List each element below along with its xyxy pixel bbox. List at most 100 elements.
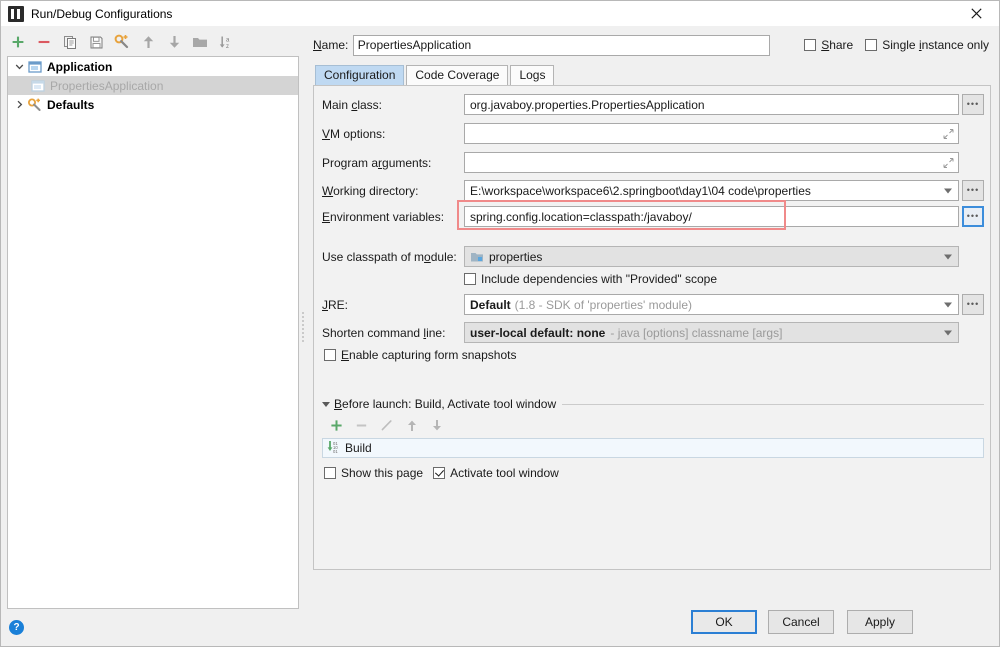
module-icon [470, 250, 484, 264]
share-checkbox[interactable]: Share [804, 38, 853, 52]
save-configuration-button[interactable] [83, 30, 109, 54]
main-class-label: Main class: [322, 98, 464, 112]
show-this-page-checkbox[interactable]: Show this page [324, 466, 423, 480]
chevron-down-icon[interactable] [944, 330, 952, 335]
add-task-button[interactable] [324, 414, 349, 436]
tab-configuration[interactable]: Configuration [315, 65, 404, 85]
tree-node-defaults[interactable]: Defaults [8, 95, 298, 114]
tree-node-application[interactable]: Application [8, 57, 298, 76]
application-icon [30, 78, 46, 94]
vm-options-field[interactable] [464, 123, 959, 144]
activate-tool-window-checkbox[interactable]: Activate tool window [433, 466, 559, 480]
tree-node-label: Application [47, 60, 112, 74]
environment-variables-browse-button[interactable]: ••• [962, 206, 984, 227]
add-configuration-button[interactable] [5, 30, 31, 54]
vm-options-row: VM options: [322, 123, 984, 144]
move-up-button[interactable] [135, 30, 161, 54]
edit-task-button[interactable] [374, 414, 399, 436]
chevron-down-icon[interactable] [944, 254, 952, 259]
include-provided-checkbox-box[interactable] [464, 273, 476, 285]
apply-button[interactable]: Apply [847, 610, 913, 634]
jre-value: Default [470, 298, 511, 312]
expand-icon[interactable] [943, 128, 954, 139]
use-classpath-of-module-row: Use classpath of module: properties [322, 246, 984, 267]
copy-configuration-button[interactable] [57, 30, 83, 54]
before-launch-title: Before launch: Build, Activate tool wind… [334, 397, 556, 411]
environment-variables-field[interactable]: spring.config.location=classpath:/javabo… [464, 206, 959, 227]
tree-node-label: Defaults [47, 98, 94, 112]
share-checkbox-box[interactable] [804, 39, 816, 51]
vm-options-label: VM options: [322, 127, 464, 141]
enable-form-snapshots-checkbox-box[interactable] [324, 349, 336, 361]
activate-tool-window-checkbox-box[interactable] [433, 467, 445, 479]
main-class-value: org.javaboy.properties.PropertiesApplica… [470, 98, 705, 112]
main-class-browse-button[interactable]: ••• [962, 94, 984, 115]
help-button[interactable]: ? [9, 620, 24, 635]
title-bar: Run/Debug Configurations [1, 1, 999, 26]
remove-task-button[interactable] [349, 414, 374, 436]
window-title: Run/Debug Configurations [31, 7, 172, 21]
chevron-down-icon[interactable] [944, 188, 952, 193]
use-classpath-of-module-value: properties [489, 250, 542, 264]
collapse-triangle-icon[interactable] [322, 402, 330, 407]
cancel-button[interactable]: Cancel [768, 610, 834, 634]
expand-icon[interactable] [943, 157, 954, 168]
program-arguments-label: Program arguments: [322, 156, 464, 170]
enable-form-snapshots-checkbox-label: Enable capturing form snapshots [341, 348, 516, 362]
single-instance-checkbox[interactable]: Single instance only [865, 38, 989, 52]
jre-field[interactable]: Default (1.8 - SDK of 'properties' modul… [464, 294, 959, 315]
run-debug-configurations-dialog: Run/Debug Configurations [0, 0, 1000, 647]
close-icon[interactable] [953, 1, 999, 26]
move-task-up-button[interactable] [399, 414, 424, 436]
build-icon: 01 10 01 [327, 440, 341, 457]
show-this-page-checkbox-box[interactable] [324, 467, 336, 479]
intellij-idea-icon [8, 6, 24, 22]
create-folder-button[interactable] [187, 30, 213, 54]
before-launch-task-list[interactable]: 01 10 01 Build [322, 438, 984, 458]
working-directory-label: Working directory: [322, 184, 464, 198]
environment-variables-row: Environment variables: spring.config.loc… [322, 206, 984, 227]
name-label: Name: [313, 38, 353, 52]
configurations-tree[interactable]: Application PropertiesApplication [7, 56, 299, 609]
move-down-button[interactable] [161, 30, 187, 54]
ok-button[interactable]: OK [691, 610, 757, 634]
wrench-icon [27, 97, 43, 113]
working-directory-field[interactable]: E:\workspace\workspace6\2.springboot\day… [464, 180, 959, 201]
include-provided-checkbox[interactable]: Include dependencies with "Provided" sco… [464, 272, 984, 286]
edit-templates-button[interactable] [109, 30, 135, 54]
svg-text:a: a [226, 37, 230, 43]
name-input[interactable] [353, 35, 770, 56]
tab-logs[interactable]: Logs [510, 65, 554, 85]
chevron-right-icon[interactable] [12, 100, 27, 109]
tree-node-propertiesapplication[interactable]: PropertiesApplication [8, 76, 298, 95]
program-arguments-field[interactable] [464, 152, 959, 173]
main-class-field[interactable]: org.javaboy.properties.PropertiesApplica… [464, 94, 959, 115]
configurations-toolbar: a z [5, 28, 299, 56]
shorten-command-line-row: Shorten command line: user-local default… [322, 322, 984, 343]
enable-form-snapshots-checkbox[interactable]: Enable capturing form snapshots [324, 348, 984, 362]
single-instance-checkbox-box[interactable] [865, 39, 877, 51]
sort-configurations-button[interactable]: a z [213, 30, 239, 54]
jre-browse-button[interactable]: ••• [962, 294, 984, 315]
tree-node-label: PropertiesApplication [50, 79, 163, 93]
chevron-down-icon[interactable] [944, 302, 952, 307]
use-classpath-of-module-field[interactable]: properties [464, 246, 959, 267]
remove-configuration-button[interactable] [31, 30, 57, 54]
panel-splitter[interactable] [300, 311, 306, 343]
activate-tool-window-checkbox-label: Activate tool window [450, 466, 559, 480]
before-launch-task-label: Build [345, 441, 372, 455]
working-directory-row: Working directory: E:\workspace\workspac… [322, 180, 984, 201]
working-directory-value: E:\workspace\workspace6\2.springboot\day… [470, 184, 811, 198]
shorten-command-line-field[interactable]: user-local default: none - java [options… [464, 322, 959, 343]
move-task-down-button[interactable] [424, 414, 449, 436]
jre-label: JRE: [322, 298, 464, 312]
before-launch-options: Show this page Activate tool window [324, 466, 559, 480]
chevron-down-icon[interactable] [12, 62, 27, 71]
working-directory-browse-button[interactable]: ••• [962, 180, 984, 201]
show-this-page-checkbox-label: Show this page [341, 466, 423, 480]
tab-code-coverage[interactable]: Code Coverage [406, 65, 508, 85]
configuration-panel: Main class: org.javaboy.properties.Prope… [313, 85, 991, 570]
configuration-tabs: Configuration Code Coverage Logs [315, 64, 556, 85]
main-class-row: Main class: org.javaboy.properties.Prope… [322, 94, 984, 115]
svg-text:z: z [226, 44, 229, 50]
